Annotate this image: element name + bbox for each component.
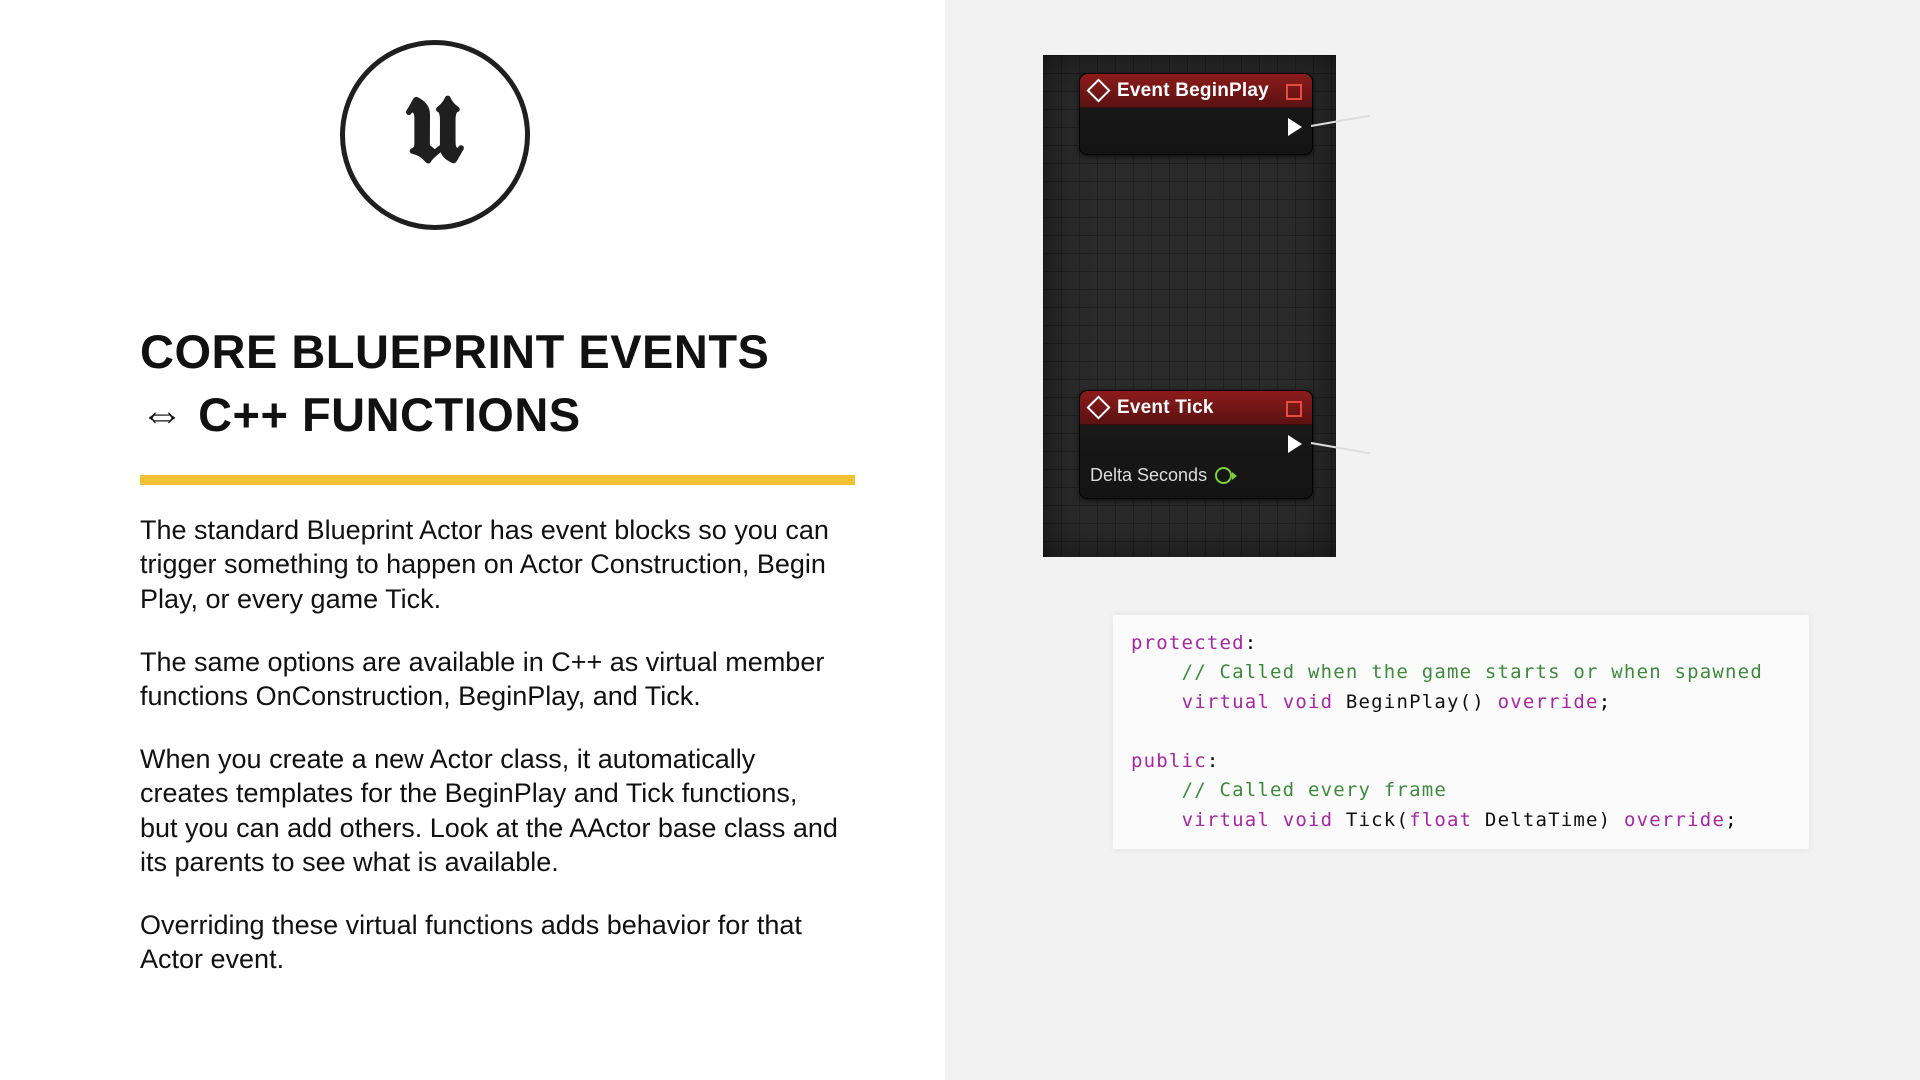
code-text: DeltaTime)	[1472, 809, 1611, 831]
unreal-logo: u	[340, 40, 540, 240]
code-fn: Tick(	[1346, 809, 1409, 831]
data-output-pin-icon	[1215, 467, 1232, 484]
bp-node-body	[1080, 108, 1312, 154]
paragraph: When you create a new Actor class, it au…	[140, 742, 840, 880]
paragraph: Overriding these virtual functions adds …	[140, 908, 840, 977]
title-underline	[140, 475, 855, 485]
unreal-logo-glyph: u	[405, 69, 465, 189]
code-comment: // Called when the game starts or when s…	[1182, 661, 1763, 683]
bp-output-label: Delta Seconds	[1090, 465, 1207, 486]
unreal-logo-circle: u	[340, 40, 530, 230]
slide: u CORE BLUEPRINT EVENTS ⇔ C++ FUNCTIONS …	[0, 0, 1920, 1080]
breakpoint-icon	[1286, 401, 1302, 417]
event-diamond-icon	[1086, 395, 1110, 419]
bp-node-begin-play: Event BeginPlay	[1079, 73, 1313, 155]
code-keyword: public	[1131, 750, 1207, 772]
blueprint-graph: Event BeginPlay Event Tick Delta Sec	[1043, 55, 1336, 557]
page-title: CORE BLUEPRINT EVENTS ⇔ C++ FUNCTIONS	[140, 320, 850, 447]
bp-node-tick: Event Tick Delta Seconds	[1079, 390, 1313, 499]
title-line-1: CORE BLUEPRINT EVENTS	[140, 325, 769, 378]
breakpoint-icon	[1286, 84, 1302, 100]
code-keyword: void	[1283, 691, 1334, 713]
code-keyword: virtual	[1182, 691, 1270, 713]
code-keyword: virtual	[1182, 809, 1270, 831]
bp-output-row: Delta Seconds	[1090, 465, 1302, 486]
left-column: u CORE BLUEPRINT EVENTS ⇔ C++ FUNCTIONS …	[0, 0, 945, 1080]
code-keyword: override	[1624, 809, 1725, 831]
bp-node-body: Delta Seconds	[1080, 425, 1312, 498]
code-fn: BeginPlay()	[1346, 691, 1485, 713]
wire	[1311, 115, 1370, 127]
body-text: The standard Blueprint Actor has event b…	[140, 513, 840, 977]
paragraph: The same options are available in C++ as…	[140, 645, 840, 714]
exec-output-pin-icon	[1288, 118, 1302, 136]
bp-node-title: Event Tick	[1117, 397, 1214, 419]
exec-output-pin-icon	[1288, 435, 1302, 453]
code-comment: // Called every frame	[1182, 779, 1447, 801]
right-column: Event BeginPlay Event Tick Delta Sec	[945, 0, 1920, 1080]
event-diamond-icon	[1086, 78, 1110, 102]
title-line-2: C++ FUNCTIONS	[198, 388, 581, 441]
paragraph: The standard Blueprint Actor has event b…	[140, 513, 840, 617]
code-text: :	[1245, 632, 1258, 654]
code-keyword: protected	[1131, 632, 1245, 654]
bp-node-header: Event BeginPlay	[1080, 74, 1312, 108]
wire	[1311, 442, 1370, 454]
code-keyword: void	[1283, 809, 1334, 831]
code-keyword: float	[1409, 809, 1472, 831]
code-snippet: protected: // Called when the game start…	[1113, 615, 1809, 849]
double-arrow-icon: ⇔	[140, 390, 185, 439]
bp-node-header: Event Tick	[1080, 391, 1312, 425]
code-keyword: override	[1498, 691, 1599, 713]
bp-node-title: Event BeginPlay	[1117, 80, 1269, 102]
code-text: :	[1207, 750, 1220, 772]
